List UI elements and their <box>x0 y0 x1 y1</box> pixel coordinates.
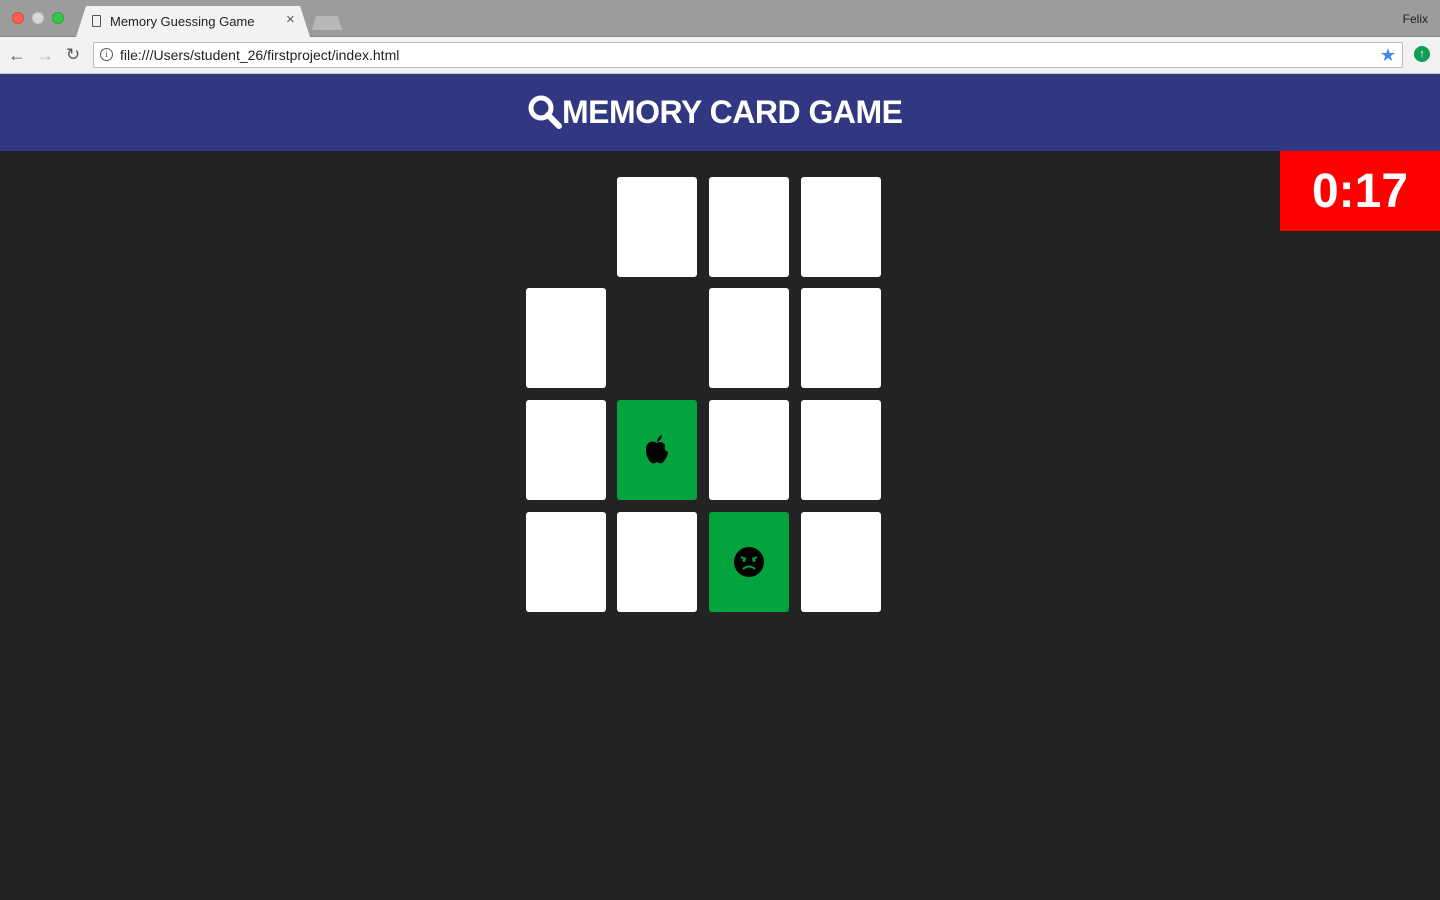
bookmark-star-icon[interactable]: ★ <box>1380 44 1396 66</box>
card-r4-c3[interactable] <box>709 512 789 612</box>
game-header: MEMORY CARD GAME <box>0 74 1440 151</box>
card-r1-c3[interactable] <box>709 177 789 277</box>
minimize-window-button[interactable] <box>32 12 44 24</box>
maximize-window-button[interactable] <box>52 12 64 24</box>
timer: 0:17 <box>1280 151 1440 231</box>
extension-icon[interactable]: ↑ <box>1414 46 1430 62</box>
card-r3-c2[interactable] <box>617 400 697 500</box>
browser-tabstrip: Memory Guessing Game × Felix <box>0 0 1440 37</box>
close-window-button[interactable] <box>12 12 24 24</box>
new-tab-button[interactable] <box>312 16 342 30</box>
browser-toolbar: ← → ↻ i file:///Users/student_26/firstpr… <box>0 37 1440 74</box>
apple-icon <box>644 435 670 465</box>
card-r1-c2[interactable] <box>617 177 697 277</box>
tab-title: Memory Guessing Game <box>110 14 255 29</box>
card-r2-c3[interactable] <box>709 288 789 388</box>
card-r4-c1[interactable] <box>526 512 606 612</box>
card-r3-c3[interactable] <box>709 400 789 500</box>
card-r1-c4[interactable] <box>801 177 881 277</box>
card-r3-c4[interactable] <box>801 400 881 500</box>
profile-name[interactable]: Felix <box>1403 12 1428 26</box>
card-r4-c4[interactable] <box>801 512 881 612</box>
card-r2-c4[interactable] <box>801 288 881 388</box>
game-title: MEMORY CARD GAME <box>562 93 903 130</box>
card-r4-c2[interactable] <box>617 512 697 612</box>
document-icon <box>92 15 101 27</box>
url-text[interactable]: file:///Users/student_26/firstproject/in… <box>120 47 399 63</box>
forward-button[interactable]: → <box>35 45 55 65</box>
card-r3-c1[interactable] <box>526 400 606 500</box>
info-icon[interactable]: i <box>100 48 113 61</box>
browser-tab[interactable]: Memory Guessing Game × <box>76 6 310 37</box>
tab-close-button[interactable]: × <box>286 12 295 28</box>
address-bar[interactable]: i file:///Users/student_26/firstproject/… <box>93 42 1403 68</box>
back-button[interactable]: ← <box>7 45 27 65</box>
magnifier-icon <box>528 95 562 129</box>
reload-button[interactable]: ↻ <box>63 45 83 65</box>
card-r2-c1[interactable] <box>526 288 606 388</box>
angry-face-icon <box>733 546 765 578</box>
